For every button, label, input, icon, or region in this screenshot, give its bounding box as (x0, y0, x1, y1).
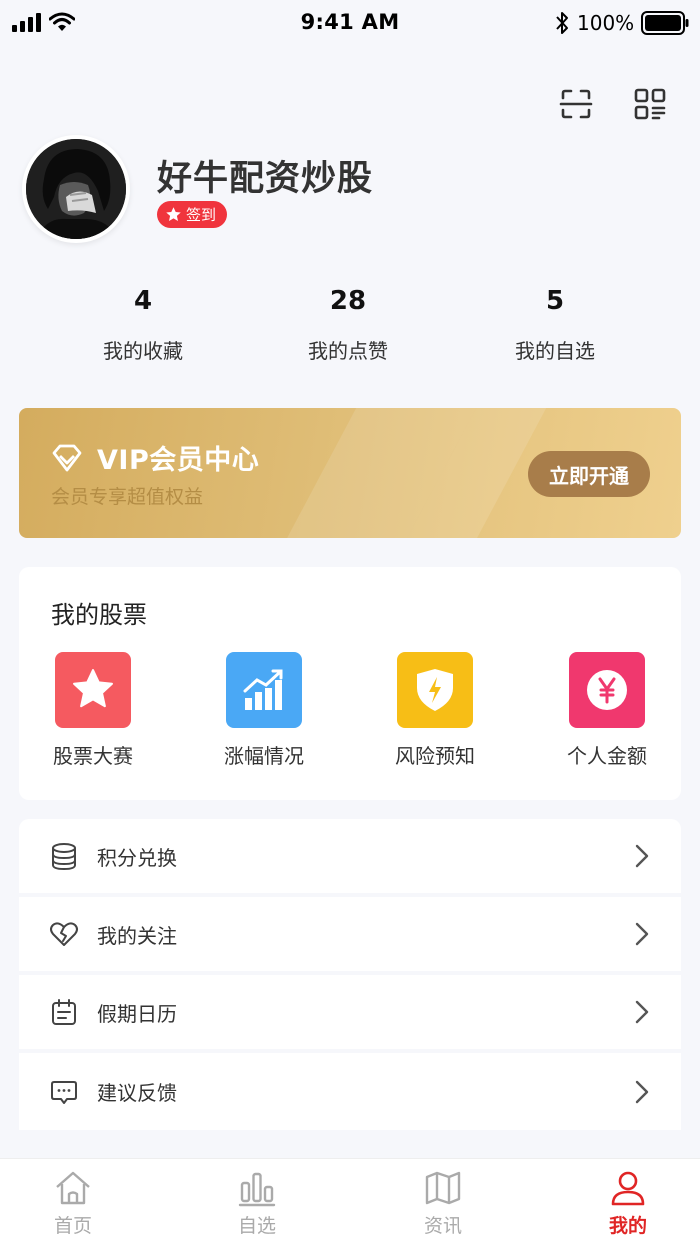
chat-icon (51, 1080, 77, 1104)
menu-item-label: 我的关注 (97, 923, 177, 948)
stat-label: 我的自选 (515, 339, 595, 363)
tab-label: 资讯 (423, 1215, 462, 1237)
vip-subtitle: 会员专享超值权益 (51, 486, 204, 508)
stock-item-label: 个人金额 (567, 744, 647, 768)
menu-item-my-follows[interactable]: 我的关注 (19, 897, 681, 971)
menu-item-feedback[interactable]: 建议反馈 (19, 1053, 681, 1130)
tab-label: 自选 (237, 1215, 276, 1237)
stock-item-label: 涨幅情况 (224, 744, 304, 768)
qr-code-icon[interactable] (630, 84, 670, 124)
menu-item-label: 假期日历 (97, 1001, 177, 1026)
stat-label: 我的点赞 (308, 339, 388, 363)
my-stocks-card: 我的股票 股票大赛 涨幅情况 风险预知 个人金额 (19, 567, 681, 800)
stock-item-risk[interactable]: 风险预知 (360, 652, 510, 769)
home-icon (56, 1171, 90, 1205)
person-icon (611, 1171, 645, 1206)
bluetooth-icon (556, 12, 568, 34)
tab-label: 我的 (608, 1215, 647, 1237)
stock-item-contest[interactable]: 股票大赛 (18, 652, 168, 769)
menu-item-label: 建议反馈 (97, 1081, 177, 1105)
bars-icon (238, 1172, 276, 1207)
stat-value: 4 (133, 286, 153, 316)
tab-mine[interactable]: 我的 (568, 1169, 688, 1238)
checkin-button[interactable]: 签到 (157, 201, 228, 228)
my-stocks-title: 我的股票 (51, 601, 147, 629)
menu-item-points-exchange[interactable]: 积分兑换 (19, 819, 681, 893)
stat-value: 28 (329, 286, 367, 316)
diamond-icon (52, 444, 82, 472)
stat-value: 5 (545, 286, 565, 316)
vip-open-button[interactable]: 立即开通 (528, 451, 650, 497)
tab-news[interactable]: 资讯 (383, 1169, 503, 1238)
menu-item-holiday-calendar[interactable]: 假期日历 (19, 975, 681, 1049)
stock-item-funds[interactable]: 个人金额 (532, 652, 682, 769)
star-icon (55, 652, 131, 728)
chevron-right-icon (635, 922, 649, 946)
vip-banner[interactable]: VIP会员中心 会员专享超值权益 立即开通 (19, 408, 681, 538)
stat-label: 我的收藏 (103, 339, 183, 363)
chevron-right-icon (635, 1000, 649, 1024)
battery-icon (641, 11, 689, 35)
tab-home[interactable]: 首页 (13, 1169, 133, 1238)
map-icon (425, 1171, 461, 1205)
yen-icon (569, 652, 645, 728)
chevron-right-icon (635, 844, 649, 868)
star-icon (166, 207, 181, 221)
checkin-label: 签到 (186, 206, 217, 224)
profile-name: 好牛配资炒股 (157, 159, 374, 199)
shield-bolt-icon (397, 652, 473, 728)
tab-bar: 首页 自选 资讯 我的 (0, 1158, 700, 1245)
scan-icon[interactable] (556, 84, 596, 124)
vip-title: VIP会员中心 (97, 445, 260, 476)
stat-watchlist[interactable]: 5 我的自选 (455, 283, 655, 364)
stock-item-label: 风险预知 (395, 744, 475, 768)
bar-chart-icon (226, 652, 302, 728)
status-bar: 9:41 AM 100% (0, 0, 700, 46)
avatar[interactable] (22, 135, 130, 243)
stat-favorites[interactable]: 4 我的收藏 (43, 283, 243, 364)
battery-percent: 100% (577, 11, 635, 35)
menu-item-label: 积分兑换 (97, 845, 177, 870)
stock-item-label: 股票大赛 (53, 744, 133, 768)
tab-label: 首页 (53, 1215, 92, 1237)
chevron-right-icon (635, 1080, 649, 1103)
heart-broken-icon (50, 922, 78, 946)
calendar-icon (52, 999, 76, 1025)
coins-icon (52, 843, 76, 871)
stat-likes[interactable]: 28 我的点赞 (248, 283, 448, 364)
stock-item-gains[interactable]: 涨幅情况 (189, 652, 339, 769)
tab-watchlist[interactable]: 自选 (197, 1169, 317, 1238)
